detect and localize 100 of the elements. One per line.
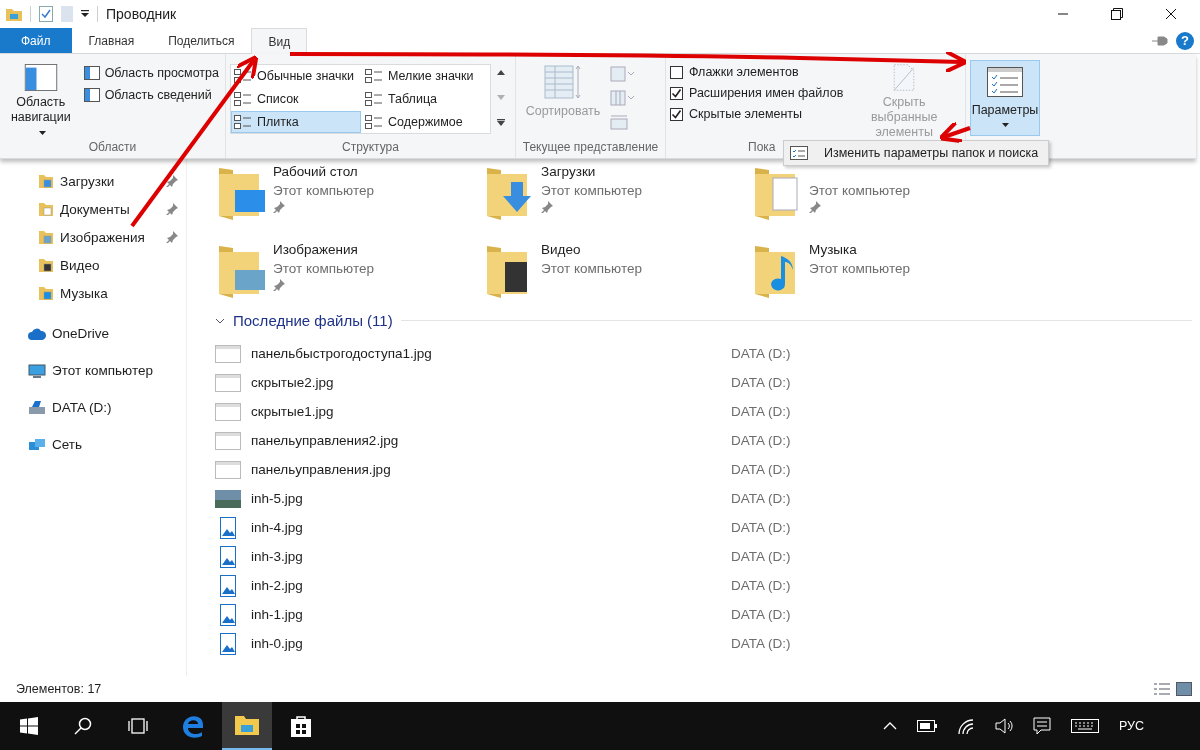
- file-row[interactable]: inh-2.jpg DATA (D:): [215, 571, 1200, 600]
- chevron-up-icon[interactable]: [882, 722, 897, 730]
- file-row[interactable]: inh-1.jpg DATA (D:): [215, 600, 1200, 629]
- view-icon: [234, 69, 252, 83]
- file-thumbnail: [215, 460, 241, 479]
- drive-icon: [28, 400, 46, 415]
- ribbon-tab[interactable]: Главная: [71, 28, 152, 53]
- close-icon[interactable]: [1165, 8, 1177, 20]
- folder-tile[interactable]: Изображения Этот компьютер: [215, 242, 483, 306]
- checkmark-icon: [671, 108, 682, 120]
- pane-layout-icon: [22, 64, 59, 91]
- folder-tile[interactable]: Рабочий стол Этот компьютер: [215, 164, 483, 228]
- pane-toggle-button[interactable]: Область сведений: [81, 86, 221, 104]
- item-count: Элементов: 17: [16, 682, 102, 696]
- file-location: DATA (D:): [731, 578, 791, 593]
- file-row[interactable]: скрытые1.jpg DATA (D:): [215, 397, 1200, 426]
- battery-icon[interactable]: [916, 720, 937, 732]
- restore-icon[interactable]: [1111, 8, 1123, 20]
- checkbox[interactable]: Расширения имен файлов: [670, 86, 844, 100]
- file-row[interactable]: inh-5.jpg DATA (D:): [215, 484, 1200, 513]
- file-location: DATA (D:): [731, 375, 791, 390]
- file-tab[interactable]: Файл: [0, 28, 72, 53]
- taskbar-app[interactable]: [222, 702, 272, 750]
- notifications-icon[interactable]: [1032, 717, 1051, 735]
- sidebar-item[interactable]: OneDrive: [0, 315, 186, 352]
- file-row[interactable]: inh-4.jpg DATA (D:): [215, 513, 1200, 542]
- file-location: DATA (D:): [731, 462, 791, 477]
- search-icon[interactable]: [74, 717, 92, 735]
- file-row[interactable]: inh-0.jpg DATA (D:): [215, 629, 1200, 658]
- file-thumbnail: [215, 431, 241, 450]
- folder-location: Этот компьютер: [541, 183, 642, 198]
- menu-item[interactable]: Изменить параметры папок и поиска: [786, 143, 1047, 163]
- folder-tile[interactable]: Этот компьютер: [751, 164, 1019, 228]
- ribbon-tab[interactable]: Вид: [251, 28, 308, 54]
- options-list-icon: [987, 67, 1023, 97]
- pin-icon[interactable]: [1152, 35, 1168, 46]
- caret-icon: [1001, 123, 1009, 127]
- file-location: DATA (D:): [731, 346, 791, 361]
- chevron-icon[interactable]: [215, 316, 225, 325]
- wifi-icon[interactable]: [956, 718, 975, 734]
- options-button[interactable]: Параметры: [970, 60, 1040, 136]
- language-indicator[interactable]: РУС: [1118, 719, 1144, 733]
- layout-option[interactable]: Плитка: [231, 111, 361, 133]
- help-icon[interactable]: ?: [1176, 31, 1194, 50]
- sidebar-item[interactable]: DATA (D:): [0, 389, 186, 426]
- photo-thumbnail: [215, 489, 241, 508]
- pane-toggle-button[interactable]: Область просмотра: [81, 64, 221, 82]
- section-heading[interactable]: Последние файлы (11): [233, 312, 393, 329]
- pane-icon: [83, 88, 100, 102]
- file-name: скрытые2.jpg: [251, 375, 335, 390]
- folder-name: Изображения: [273, 242, 359, 258]
- browser-e-icon: [181, 714, 205, 738]
- file-row[interactable]: скрытые2.jpg DATA (D:): [215, 368, 1200, 397]
- folder-tile[interactable]: Музыка Этот компьютер: [751, 242, 1019, 306]
- scroll-up-icon[interactable]: [497, 70, 505, 75]
- folder-name: Загрузки: [541, 164, 597, 180]
- sort-columns-icon: [543, 64, 583, 100]
- sidebar-item[interactable]: Музыка: [0, 279, 186, 307]
- checkbox[interactable]: Скрытые элементы: [670, 107, 844, 121]
- expand-gallery-icon[interactable]: [497, 119, 505, 126]
- pane-icon: [83, 66, 100, 80]
- file-row[interactable]: панельбыстрогодоступа1.jpg DATA (D:): [215, 339, 1200, 368]
- ribbon-tab[interactable]: Поделиться: [151, 28, 252, 53]
- layout-option[interactable]: Содержимое: [362, 111, 490, 133]
- navigation-pane-button[interactable]: Область навигации: [4, 64, 78, 140]
- folder-icon: [38, 257, 54, 273]
- file-name: inh-5.jpg: [251, 491, 304, 506]
- sidebar-item[interactable]: Сеть: [0, 426, 186, 463]
- sidebar-item[interactable]: Загрузки: [0, 167, 186, 195]
- layout-option[interactable]: Список: [231, 88, 361, 110]
- file-name: скрытые1.jpg: [251, 404, 335, 419]
- sidebar-item[interactable]: Изображения: [0, 223, 186, 251]
- layout-option[interactable]: Обычные значки: [231, 65, 361, 87]
- windows-logo-icon[interactable]: [20, 717, 38, 735]
- folder-tile[interactable]: Видео Этот компьютер: [483, 242, 751, 306]
- layout-option[interactable]: Мелкие значки: [362, 65, 490, 87]
- checkmark-icon: [671, 87, 682, 99]
- view-icon: [234, 115, 252, 129]
- keyboard-icon[interactable]: [1070, 719, 1099, 733]
- sidebar-item[interactable]: Видео: [0, 251, 186, 279]
- folder-icon: [38, 173, 54, 189]
- file-thumbnail: [215, 344, 241, 363]
- sidebar-item[interactable]: Этот компьютер: [0, 352, 186, 389]
- checklist-icon[interactable]: [39, 6, 53, 22]
- task-view-icon[interactable]: [128, 718, 148, 734]
- speaker-icon[interactable]: [994, 718, 1013, 734]
- checkbox[interactable]: Флажки элементов: [670, 65, 844, 79]
- file-name: inh-1.jpg: [251, 607, 304, 622]
- file-row[interactable]: панельуправления2.jpg DATA (D:): [215, 426, 1200, 455]
- file-row[interactable]: inh-3.jpg DATA (D:): [215, 542, 1200, 571]
- file-name: панельбыстрогодоступа1.jpg: [251, 346, 433, 361]
- view-icon: [365, 69, 383, 83]
- folder-icon: [38, 285, 54, 301]
- cloud-icon: [28, 327, 46, 340]
- file-location: DATA (D:): [731, 433, 791, 448]
- layout-option[interactable]: Таблица: [362, 88, 490, 110]
- folder-tile[interactable]: Загрузки Этот компьютер: [483, 164, 751, 228]
- sidebar-item[interactable]: Документы: [0, 195, 186, 223]
- file-row[interactable]: панельуправления.jpg DATA (D:): [215, 455, 1200, 484]
- dropdown-caret-icon[interactable]: [81, 10, 89, 18]
